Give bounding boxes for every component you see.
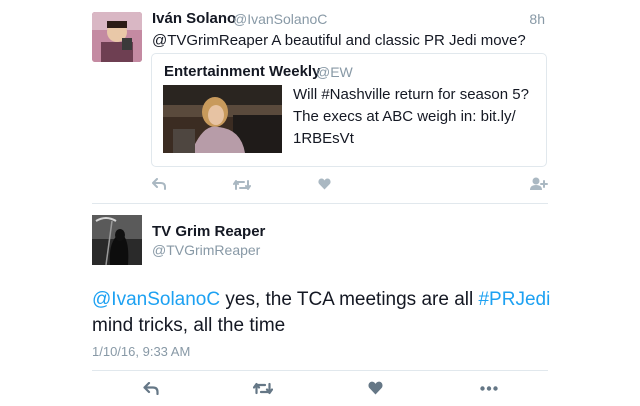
retweet-icon[interactable] bbox=[233, 179, 251, 191]
author-name[interactable]: TV Grim Reaper bbox=[152, 223, 265, 240]
tweet-text: @TVGrimReaper A beautiful and classic PR… bbox=[152, 32, 526, 49]
like-icon[interactable] bbox=[318, 178, 331, 190]
reply-icon[interactable] bbox=[143, 382, 159, 395]
tweet-divider bbox=[92, 203, 548, 204]
avatar-tv-grim-reaper[interactable] bbox=[92, 215, 142, 265]
avatar-ivan-solano[interactable] bbox=[92, 12, 142, 62]
like-icon[interactable] bbox=[368, 381, 383, 395]
tweet-text-part: mind tricks, all the time bbox=[92, 315, 286, 336]
hashtag-link[interactable]: #PRJedi bbox=[478, 289, 550, 310]
mention-link[interactable]: @IvanSolanoC bbox=[92, 289, 220, 310]
author-handle[interactable]: @TVGrimReaper bbox=[152, 242, 260, 258]
author-handle[interactable]: @IvanSolanoC bbox=[233, 11, 327, 27]
tweet-date: 1/10/16, 9:33 AM bbox=[92, 344, 191, 359]
tweet-timestamp[interactable]: 8h bbox=[529, 11, 545, 27]
follow-icon[interactable] bbox=[530, 177, 548, 191]
quoted-author-name: Entertainment Weekly bbox=[164, 63, 321, 80]
tweet-text-part: yes, the TCA meetings are all bbox=[220, 289, 479, 310]
tweet-text: @IvanSolanoC yes, the TCA meetings are a… bbox=[92, 287, 552, 339]
quoted-tweet-image[interactable] bbox=[163, 85, 282, 153]
author-name[interactable]: Iván Solano bbox=[152, 10, 236, 27]
more-icon[interactable] bbox=[480, 386, 498, 391]
reply-icon[interactable] bbox=[152, 178, 166, 190]
quoted-author-handle: @EW bbox=[316, 64, 353, 80]
action-divider bbox=[92, 370, 548, 371]
quoted-tweet-card[interactable]: Entertainment Weekly @EW Will #Nashville… bbox=[151, 53, 547, 167]
retweet-icon[interactable] bbox=[253, 382, 273, 395]
quoted-tweet-text: Will #Nashville return for season 5? The… bbox=[293, 86, 529, 147]
